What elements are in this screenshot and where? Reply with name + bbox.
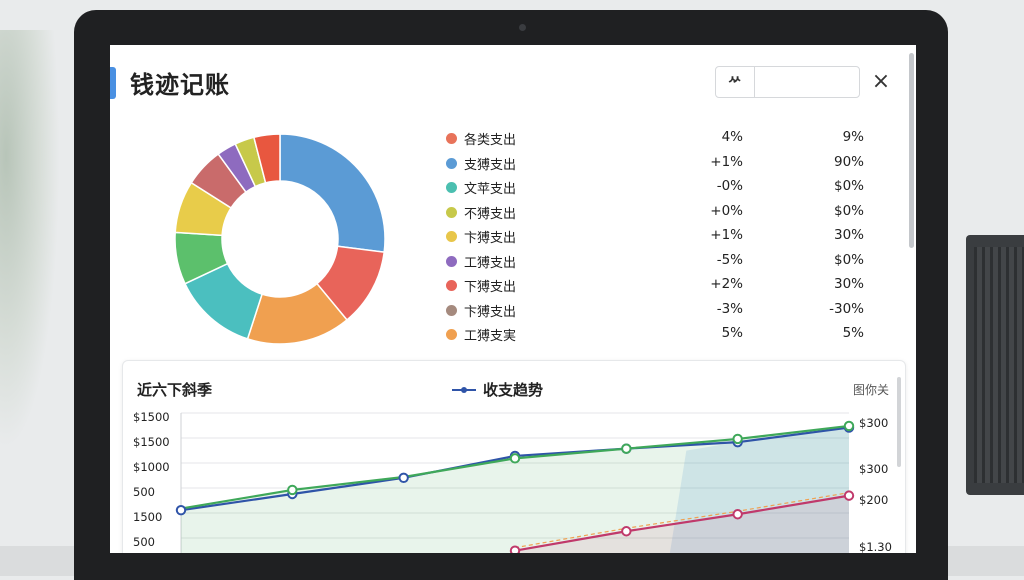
y-tick-label-left: 500 — [133, 535, 155, 549]
legend-dot — [446, 157, 457, 169]
legend-item[interactable]: 下猼支出 +2% 30% — [446, 274, 876, 299]
legend-item[interactable]: 各类支出 4% 9% — [446, 127, 876, 152]
data-point[interactable] — [509, 453, 521, 464]
page-scrollbar[interactable] — [909, 53, 914, 248]
legend-label: 文苹支出 — [464, 182, 517, 197]
legend-share: 90% — [833, 153, 864, 170]
legend-change: -5% — [716, 251, 743, 268]
y-tick-label-left: $1500 — [133, 435, 170, 449]
legend-share: $0% — [833, 202, 864, 219]
legend-share: 9% — [842, 129, 864, 145]
legend-label: 各类支出 — [464, 133, 517, 148]
legend-label: 支猼支出 — [464, 157, 517, 173]
legend-share: $0% — [833, 251, 864, 268]
legend-item[interactable]: 支猼支出 +1% 90% — [446, 152, 876, 177]
legend-label: 下猼支出 — [464, 280, 517, 295]
y-tick-label-right: $200 — [859, 493, 888, 507]
legend-dot — [446, 182, 457, 193]
filter-button[interactable]: ᄽ — [716, 67, 755, 97]
legend-share: 30% — [833, 227, 864, 243]
y-tick-label-left: $1500 — [133, 410, 170, 424]
data-point[interactable] — [732, 433, 743, 445]
data-point[interactable] — [732, 509, 743, 520]
legend-change: +1% — [710, 153, 743, 170]
trend-line-chart: $1500 $1500 $1000 500 1500 500 $300 $300 $200 $1.… — [133, 410, 892, 554]
legend-dot — [446, 280, 457, 291]
legend-item[interactable]: 卞猼支出 -3% -30% — [446, 299, 876, 324]
legend-item[interactable]: 工猼支出 -5% $0% — [446, 250, 876, 275]
trend-chart-card: 近六下斜季 收支趋势 图你关 $1500 $1500 $1000 500 1500 500… — [122, 360, 906, 553]
background-plant — [0, 30, 60, 450]
webcam — [519, 24, 526, 31]
legend-change: -3% — [716, 300, 743, 317]
header-search-control: ᄽ — [715, 66, 860, 98]
y-tick-label-right: $1.30 — [859, 540, 892, 553]
legend-share: -30% — [829, 300, 864, 317]
legend-item[interactable]: 不猼支出 +0% $0% — [446, 201, 876, 226]
data-point[interactable] — [843, 490, 855, 501]
donut-segment-0[interactable] — [279, 133, 386, 253]
legend-change: +2% — [710, 276, 743, 292]
data-point[interactable] — [287, 484, 298, 496]
legend-item[interactable]: 工猼支実 5% 5% — [446, 323, 876, 348]
legend-dot — [446, 133, 457, 144]
app-title: 钱迹记账 — [130, 71, 230, 99]
background-speaker — [966, 235, 1024, 495]
legend-share: 30% — [833, 276, 864, 292]
legend-change: 4% — [721, 129, 743, 145]
data-point[interactable] — [843, 420, 855, 432]
app-screen: 钱迹记账 ᄽ × 各类支出 4% 9% 支猼支出 +1% 90% 文苹支出 -0… — [110, 45, 916, 553]
legend-label: 卞猼支出 — [464, 231, 517, 246]
y-tick-label-right: $300 — [859, 416, 888, 430]
legend-change: +1% — [710, 227, 743, 243]
legend-label: 不猼支出 — [464, 206, 517, 222]
legend-item[interactable]: 卞猼支出 +1% 30% — [446, 225, 876, 250]
data-point[interactable] — [398, 472, 409, 484]
legend-label: 工猼支実 — [464, 329, 517, 344]
data-point[interactable] — [621, 526, 632, 537]
legend-dot — [446, 231, 457, 242]
close-icon[interactable]: × — [870, 71, 892, 93]
y-tick-label-left: $1000 — [133, 460, 170, 474]
legend-dot — [446, 329, 457, 340]
data-point[interactable] — [621, 443, 632, 454]
legend-change: +0% — [710, 202, 743, 219]
legend-dot — [446, 255, 457, 267]
legend-share: $0% — [833, 178, 864, 194]
legend-change: 5% — [721, 325, 743, 341]
y-tick-label-left: 1500 — [133, 510, 162, 524]
legend-label: 卞猼支出 — [464, 304, 517, 320]
legend-item[interactable]: 文苹支出 -0% $0% — [446, 176, 876, 201]
legend-dot — [446, 206, 457, 218]
y-tick-label-right: $300 — [859, 462, 888, 476]
y-tick-label-left: 500 — [133, 485, 155, 499]
legend-share: 5% — [842, 325, 864, 341]
legend-label: 工猼支出 — [464, 255, 517, 271]
data-point[interactable] — [175, 505, 187, 516]
title-accent-bar — [110, 67, 116, 99]
search-input[interactable] — [755, 67, 859, 97]
legend-dot — [446, 304, 457, 316]
data-point[interactable] — [509, 545, 521, 554]
breakdown-legend: 各类支出 4% 9% 支猼支出 +1% 90% 文苹支出 -0% $0% 不猼支… — [446, 127, 876, 348]
legend-change: -0% — [716, 178, 743, 194]
expense-donut-chart — [174, 133, 386, 345]
